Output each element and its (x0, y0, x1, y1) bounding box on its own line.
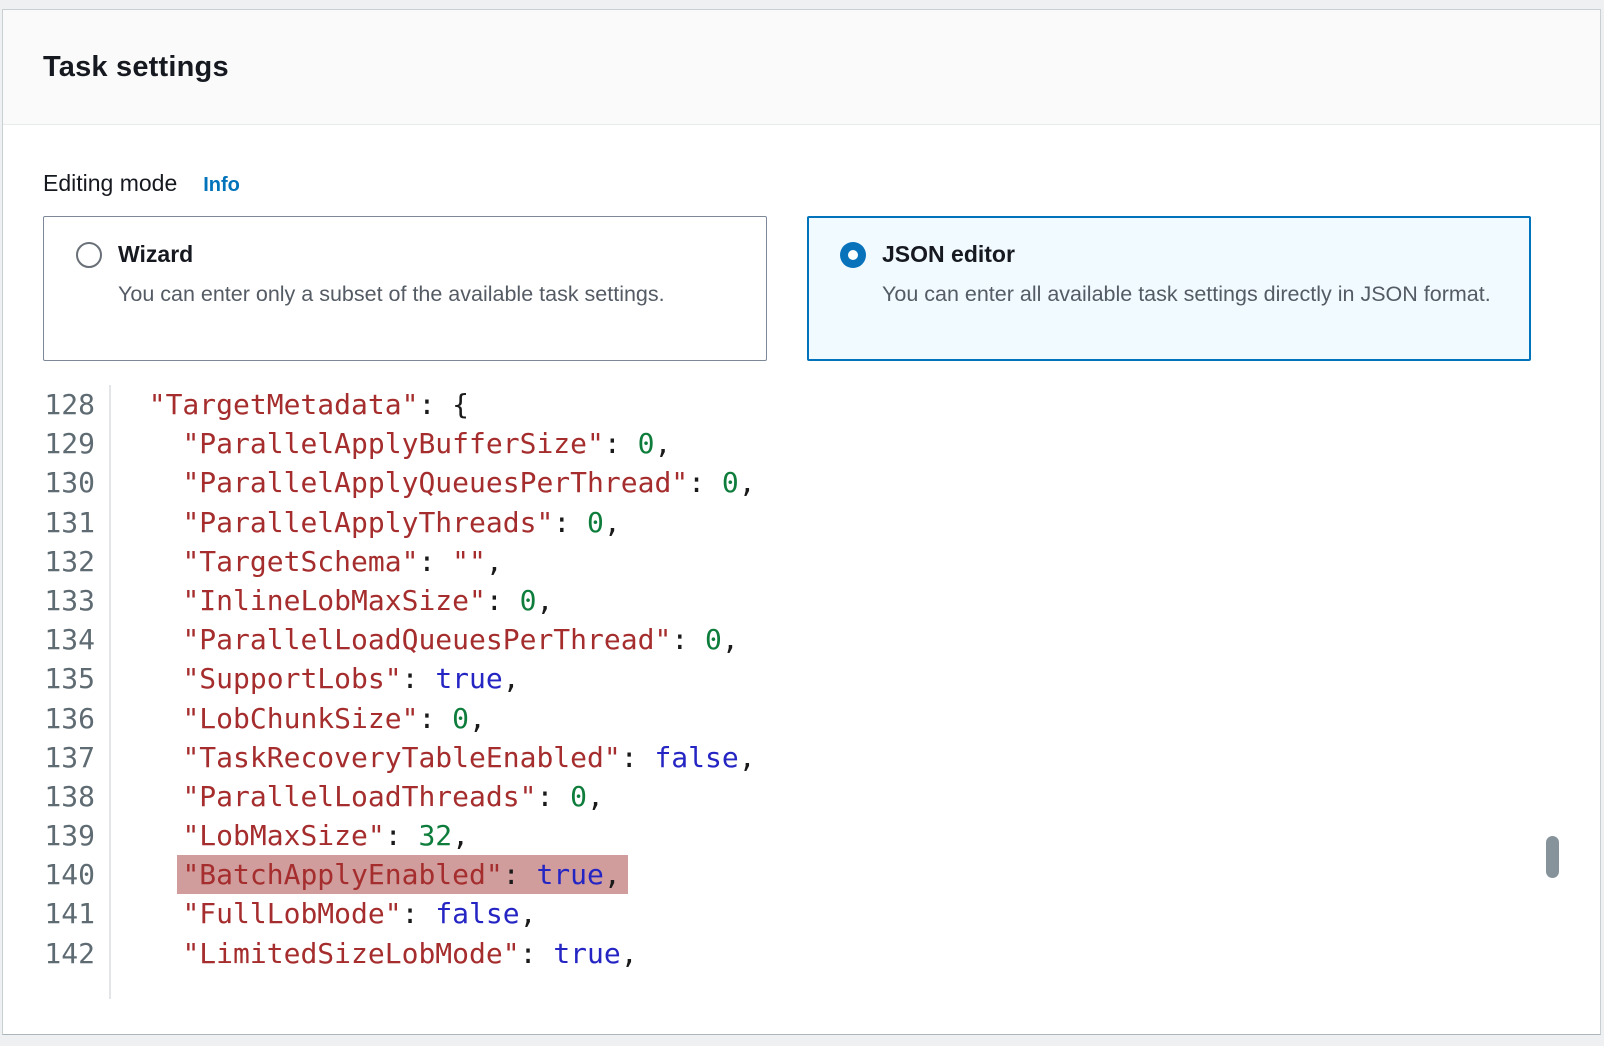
line-number: 133 (3, 581, 109, 620)
code-text: "FullLobMode": false, (109, 894, 536, 933)
code-line[interactable]: 129 "ParallelApplyBufferSize": 0, (3, 424, 1600, 463)
code-text: "LimitedSizeLobMode": true, (109, 934, 638, 973)
line-number: 140 (3, 855, 109, 894)
line-number: 139 (3, 816, 109, 855)
tile-wizard[interactable]: Wizard You can enter only a subset of th… (43, 216, 767, 361)
line-number: 141 (3, 894, 109, 933)
line-number: 132 (3, 542, 109, 581)
code-text: "LobChunkSize": 0, (109, 699, 486, 738)
code-text: "SupportLobs": true, (109, 659, 520, 698)
gutter-divider (109, 385, 111, 999)
tile-json-editor-label: JSON editor (882, 241, 1015, 268)
code-text: "BatchApplyEnabled": true, (109, 855, 628, 894)
editing-mode-row: Editing mode Info (43, 170, 240, 197)
code-text: "ParallelLoadQueuesPerThread": 0, (109, 620, 739, 659)
code-line[interactable]: 128 "TargetMetadata": { (3, 385, 1600, 424)
line-number: 129 (3, 424, 109, 463)
panel-header: Task settings (3, 10, 1600, 125)
code-line[interactable]: 141 "FullLobMode": false, (3, 894, 1600, 933)
task-settings-panel: Task settings Editing mode Info Wizard Y… (2, 9, 1601, 1035)
code-line[interactable]: 135 "SupportLobs": true, (3, 659, 1600, 698)
json-code-editor[interactable]: 128 "TargetMetadata": {129 "ParallelAppl… (3, 385, 1600, 1005)
code-text: "ParallelApplyThreads": 0, (109, 503, 621, 542)
code-line[interactable]: 133 "InlineLobMaxSize": 0, (3, 581, 1600, 620)
line-number: 136 (3, 699, 109, 738)
code-text: "ParallelApplyQueuesPerThread": 0, (109, 463, 756, 502)
highlighted-code: "BatchApplyEnabled": true, (177, 855, 627, 894)
line-number: 130 (3, 463, 109, 502)
scrollbar-thumb[interactable] (1546, 836, 1559, 878)
code-lines: 128 "TargetMetadata": {129 "ParallelAppl… (3, 385, 1600, 973)
code-text: "TargetSchema": "", (109, 542, 503, 581)
code-text: "TargetMetadata": { (109, 385, 469, 424)
editing-mode-tiles: Wizard You can enter only a subset of th… (43, 216, 1531, 361)
code-line[interactable]: 132 "TargetSchema": "", (3, 542, 1600, 581)
line-number: 131 (3, 503, 109, 542)
line-number: 135 (3, 659, 109, 698)
tile-json-editor[interactable]: JSON editor You can enter all available … (807, 216, 1531, 361)
code-text: "TaskRecoveryTableEnabled": false, (109, 738, 756, 777)
code-line[interactable]: 137 "TaskRecoveryTableEnabled": false, (3, 738, 1600, 777)
code-line[interactable]: 139 "LobMaxSize": 32, (3, 816, 1600, 855)
panel-body: Editing mode Info Wizard You can enter o… (3, 126, 1600, 1034)
line-number: 137 (3, 738, 109, 777)
editing-mode-label: Editing mode (43, 170, 177, 197)
code-line[interactable]: 131 "ParallelApplyThreads": 0, (3, 503, 1600, 542)
tile-json-editor-description: You can enter all available task setting… (882, 278, 1492, 310)
code-text: "InlineLobMaxSize": 0, (109, 581, 553, 620)
code-text: "ParallelLoadThreads": 0, (109, 777, 604, 816)
code-line[interactable]: 136 "LobChunkSize": 0, (3, 699, 1600, 738)
radio-json-editor[interactable] (840, 242, 866, 268)
code-line[interactable]: 138 "ParallelLoadThreads": 0, (3, 777, 1600, 816)
code-line[interactable]: 140 "BatchApplyEnabled": true, (3, 855, 1600, 894)
line-number: 134 (3, 620, 109, 659)
info-link[interactable]: Info (203, 174, 240, 197)
line-number: 142 (3, 934, 109, 973)
tile-wizard-description: You can enter only a subset of the avail… (118, 278, 728, 310)
radio-wizard[interactable] (76, 242, 102, 268)
code-line[interactable]: 130 "ParallelApplyQueuesPerThread": 0, (3, 463, 1600, 502)
page-title: Task settings (43, 51, 229, 84)
line-number: 128 (3, 385, 109, 424)
code-line[interactable]: 134 "ParallelLoadQueuesPerThread": 0, (3, 620, 1600, 659)
code-line[interactable]: 142 "LimitedSizeLobMode": true, (3, 934, 1600, 973)
code-text: "ParallelApplyBufferSize": 0, (109, 424, 671, 463)
line-number: 138 (3, 777, 109, 816)
code-text: "LobMaxSize": 32, (109, 816, 469, 855)
tile-wizard-label: Wizard (118, 241, 193, 268)
